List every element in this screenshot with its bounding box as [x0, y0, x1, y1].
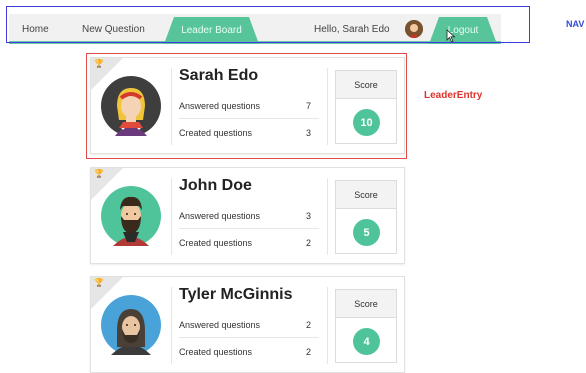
divider	[171, 287, 172, 364]
leader-entry: 🏆 John Doe Answered questions 3 Created …	[90, 167, 405, 264]
user-greeting: Hello, Sarah Edo	[314, 24, 390, 35]
divider	[179, 118, 319, 119]
nav-new-question-link[interactable]: New Question	[82, 24, 145, 35]
nav-bar: Home New Question Leader Board Hello, Sa…	[9, 14, 501, 44]
score-box: Score 4	[335, 289, 397, 363]
divider	[327, 287, 328, 364]
divider	[327, 68, 328, 145]
user-name: Sarah Edo	[179, 67, 259, 84]
divider	[179, 337, 319, 338]
created-count: 2	[306, 238, 312, 248]
divider	[179, 228, 319, 229]
nav-avatar	[405, 20, 423, 38]
score-box: Score 5	[335, 180, 397, 254]
tab-leader-board-label: Leader Board	[181, 25, 242, 36]
score-header: Score	[336, 181, 396, 209]
score-header: Score	[336, 290, 396, 318]
divider	[171, 178, 172, 255]
leader-entry: 🏆 Sarah Edo Answered questions 7 Created…	[90, 57, 405, 154]
score-box: Score 10	[335, 70, 397, 144]
avatar	[101, 295, 161, 355]
trophy-icon: 🏆	[94, 278, 104, 287]
created-count: 2	[306, 347, 312, 357]
avatar	[101, 186, 161, 246]
leader-entry: 🏆 Tyler McGinnis Answered questions 2 Cr…	[90, 276, 405, 373]
created-count: 3	[306, 128, 312, 138]
answered-label: Answered questions	[179, 211, 261, 221]
created-label: Created questions	[179, 128, 253, 138]
tab-leader-board[interactable]: Leader Board	[164, 17, 259, 44]
score-value: 10	[353, 109, 380, 136]
nav-annotation-label: NAV	[566, 19, 585, 29]
created-label: Created questions	[179, 238, 253, 248]
answered-count: 3	[306, 211, 312, 221]
score-value: 4	[353, 328, 380, 355]
score-value: 5	[353, 219, 380, 246]
answered-label: Answered questions	[179, 320, 261, 330]
logout-button[interactable]: Logout	[429, 17, 497, 44]
answered-count: 2	[306, 320, 312, 330]
trophy-icon: 🏆	[94, 169, 104, 178]
avatar	[101, 76, 161, 136]
divider	[171, 68, 172, 145]
trophy-icon: 🏆	[94, 59, 104, 68]
nav-home-link[interactable]: Home	[22, 24, 49, 35]
leader-entry-annotation-label: LeaderEntry	[424, 90, 483, 101]
answered-label: Answered questions	[179, 101, 261, 111]
user-name: John Doe	[179, 177, 252, 194]
cursor-icon	[446, 29, 456, 43]
score-header: Score	[336, 71, 396, 99]
created-label: Created questions	[179, 347, 253, 357]
answered-count: 7	[306, 101, 312, 111]
user-name: Tyler McGinnis	[179, 286, 293, 303]
divider	[327, 178, 328, 255]
